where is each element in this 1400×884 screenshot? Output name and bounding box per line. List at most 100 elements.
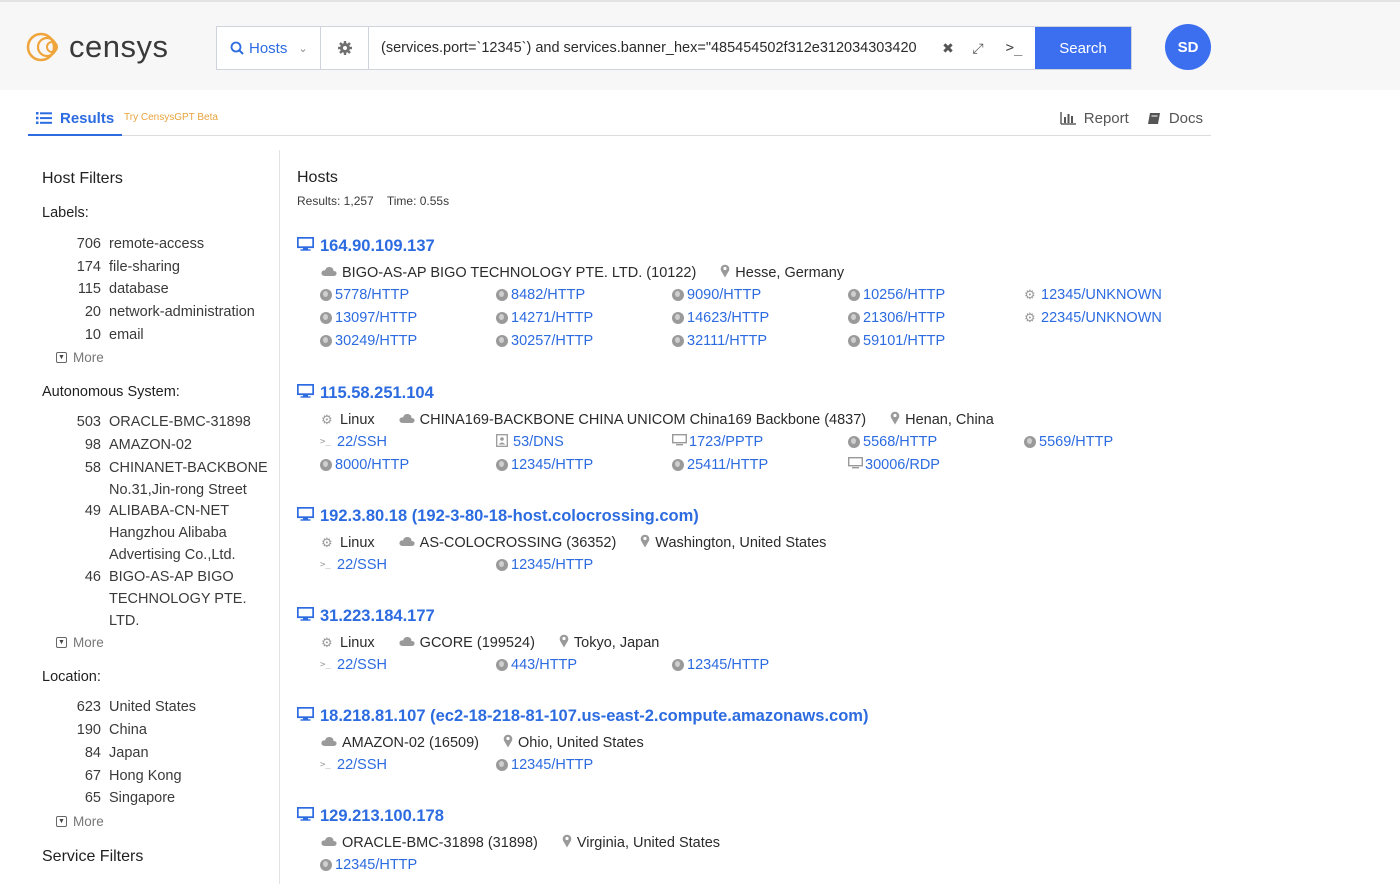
terminal-icon: >_: [320, 760, 331, 770]
expand-icon: ⤢: [972, 39, 984, 56]
host-asn: CHINA169-BACKBONE CHINA UNICOM China169 …: [399, 412, 866, 428]
service-link[interactable]: 12345/HTTP: [320, 854, 496, 876]
host-icon: [296, 606, 315, 626]
host-location: Ohio, United States: [503, 734, 644, 752]
service-link[interactable]: 5778/HTTP: [320, 284, 496, 306]
service-link[interactable]: >_ 22/SSH: [320, 431, 496, 453]
service-link[interactable]: 12345/HTTP: [496, 554, 672, 576]
service-link[interactable]: ⚙ 22345/UNKNOWN: [1024, 307, 1200, 329]
docs-button[interactable]: Docs: [1147, 110, 1203, 127]
censysgpt-link[interactable]: Try CensysGPT Beta: [124, 112, 218, 123]
search-type-select[interactable]: Hosts ⌄: [217, 27, 321, 69]
globe-icon: [320, 459, 332, 471]
filter-as-alibaba[interactable]: 49 ALIBABA-CN-NET Hangzhou Alibaba Advert…: [70, 500, 250, 566]
host-ip-link[interactable]: 129.213.100.178: [296, 804, 1297, 828]
host-location: Washington, United States: [640, 534, 826, 552]
expand-box-icon: ▼: [56, 637, 67, 648]
globe-icon: [496, 759, 508, 771]
globe-icon: [672, 335, 684, 347]
censys-logo[interactable]: censys: [26, 30, 168, 64]
service-link[interactable]: 53/DNS: [496, 431, 672, 453]
service-link[interactable]: 5568/HTTP: [848, 431, 1024, 453]
service-link[interactable]: ⚙ 12345/UNKNOWN: [1024, 284, 1200, 306]
location-more-button[interactable]: ▼ More: [56, 814, 104, 829]
globe-icon: [848, 289, 860, 301]
host-ip-link[interactable]: 18.218.81.107 (ec2-18-218-81-107.us-east…: [296, 704, 1297, 728]
filter-as-oracle[interactable]: 503 ORACLE-BMC-31898: [70, 411, 270, 433]
service-link[interactable]: 1723/PPTP: [671, 431, 848, 453]
filter-label-network-administration[interactable]: 20 network-administration: [70, 301, 270, 323]
service-link[interactable]: 14623/HTTP: [672, 307, 848, 329]
tab-results[interactable]: Results: [28, 102, 123, 136]
service-link[interactable]: >_ 22/SSH: [320, 754, 496, 776]
expand-box-icon: ▼: [56, 352, 67, 363]
service-link[interactable]: 13097/HTTP: [320, 307, 496, 329]
service-link[interactable]: 12345/HTTP: [496, 454, 672, 476]
results-count: Results: 1,257: [297, 194, 374, 208]
service-link[interactable]: 25411/HTTP: [672, 454, 848, 476]
filter-as-amazon[interactable]: 98 AMAZON-02: [70, 434, 270, 456]
desktop-icon: [671, 433, 688, 450]
host-asn: AMAZON-02 (16509): [321, 735, 479, 751]
host-location: Henan, China: [890, 411, 994, 429]
user-avatar[interactable]: SD: [1165, 24, 1211, 70]
host-filters-title: Host Filters: [42, 170, 123, 187]
service-link[interactable]: 5569/HTTP: [1024, 431, 1200, 453]
service-link[interactable]: 8482/HTTP: [496, 284, 672, 306]
service-link[interactable]: 30257/HTTP: [496, 330, 672, 352]
host-ip-link[interactable]: 164.90.109.137: [296, 234, 1297, 258]
query-settings-button[interactable]: [321, 27, 369, 69]
filter-as-bigo[interactable]: 46 BIGO-AS-AP BIGO TECHNOLOGY PTE. LTD.: [70, 566, 250, 632]
as-filter-title: Autonomous System:: [42, 384, 180, 400]
search-button[interactable]: Search: [1035, 27, 1131, 69]
service-link[interactable]: 30249/HTTP: [320, 330, 496, 352]
host-meta: ⚙ Linux GCORE (199524) Tokyo, Japan: [321, 632, 1297, 654]
host-result: 31.223.184.177 ⚙ Linux GCORE (199524) Tokyo,…: [296, 604, 1297, 676]
service-link[interactable]: 12345/HTTP: [672, 654, 848, 676]
labels-more-button[interactable]: ▼ More: [56, 350, 104, 365]
globe-icon: [496, 659, 508, 671]
report-button[interactable]: Report: [1060, 110, 1129, 127]
service-link[interactable]: 443/HTTP: [496, 654, 672, 676]
gear-icon: ⚙: [1024, 287, 1036, 302]
filter-label-remote-access[interactable]: 706 remote-access: [70, 233, 270, 255]
service-link[interactable]: 32111/HTTP: [672, 330, 848, 352]
service-link[interactable]: 9090/HTTP: [672, 284, 848, 306]
service-link[interactable]: 30006/RDP: [847, 454, 1024, 476]
globe-icon: [848, 312, 860, 324]
expand-query-button[interactable]: ⤢: [963, 40, 993, 57]
filter-location-china[interactable]: 190 China: [70, 719, 270, 741]
filter-as-chinanet[interactable]: 58 CHINANET-BACKBONE No.31,Jin-rong Stree…: [70, 457, 270, 501]
service-link[interactable]: 10256/HTTP: [848, 284, 1024, 306]
search-input[interactable]: (services.port=`12345`) and services.ban…: [369, 27, 933, 69]
filter-location-singapore[interactable]: 65 Singapore: [70, 787, 270, 809]
filter-label-email[interactable]: 10 email: [70, 324, 270, 346]
cloud-icon: [321, 835, 337, 851]
filter-label-file-sharing[interactable]: 174 file-sharing: [70, 256, 270, 278]
service-link[interactable]: 21306/HTTP: [848, 307, 1024, 329]
globe-icon: [1024, 436, 1036, 448]
service-link[interactable]: >_ 22/SSH: [320, 554, 496, 576]
globe-icon: [848, 335, 860, 347]
host-ip-link[interactable]: 192.3.80.18 (192-3-80-18-host.colocrossi…: [296, 504, 1297, 528]
hosts-title: Hosts: [297, 169, 338, 186]
service-link[interactable]: 14271/HTTP: [496, 307, 672, 329]
clear-query-button[interactable]: ✖: [933, 40, 963, 57]
host-ip-link[interactable]: 115.58.251.104: [296, 381, 1297, 405]
filter-location-united-states[interactable]: 623 United States: [70, 696, 270, 718]
service-link[interactable]: 8000/HTTP: [320, 454, 496, 476]
host-os: ⚙ Linux: [321, 412, 375, 428]
as-more-button[interactable]: ▼ More: [56, 635, 104, 650]
query-language-button[interactable]: >_: [993, 40, 1035, 56]
map-pin-icon: [640, 534, 650, 552]
location-filter-title: Location:: [42, 669, 101, 685]
filter-location-japan[interactable]: 84 Japan: [70, 742, 270, 764]
service-link[interactable]: 12345/HTTP: [496, 754, 672, 776]
service-link[interactable]: >_ 22/SSH: [320, 654, 496, 676]
brand-name: censys: [69, 29, 169, 64]
globe-icon: [672, 289, 684, 301]
filter-label-database[interactable]: 115 database: [70, 278, 270, 300]
filter-location-hong-kong[interactable]: 67 Hong Kong: [70, 765, 270, 787]
service-link[interactable]: 59101/HTTP: [848, 330, 1024, 352]
host-ip-link[interactable]: 31.223.184.177: [296, 604, 1297, 628]
